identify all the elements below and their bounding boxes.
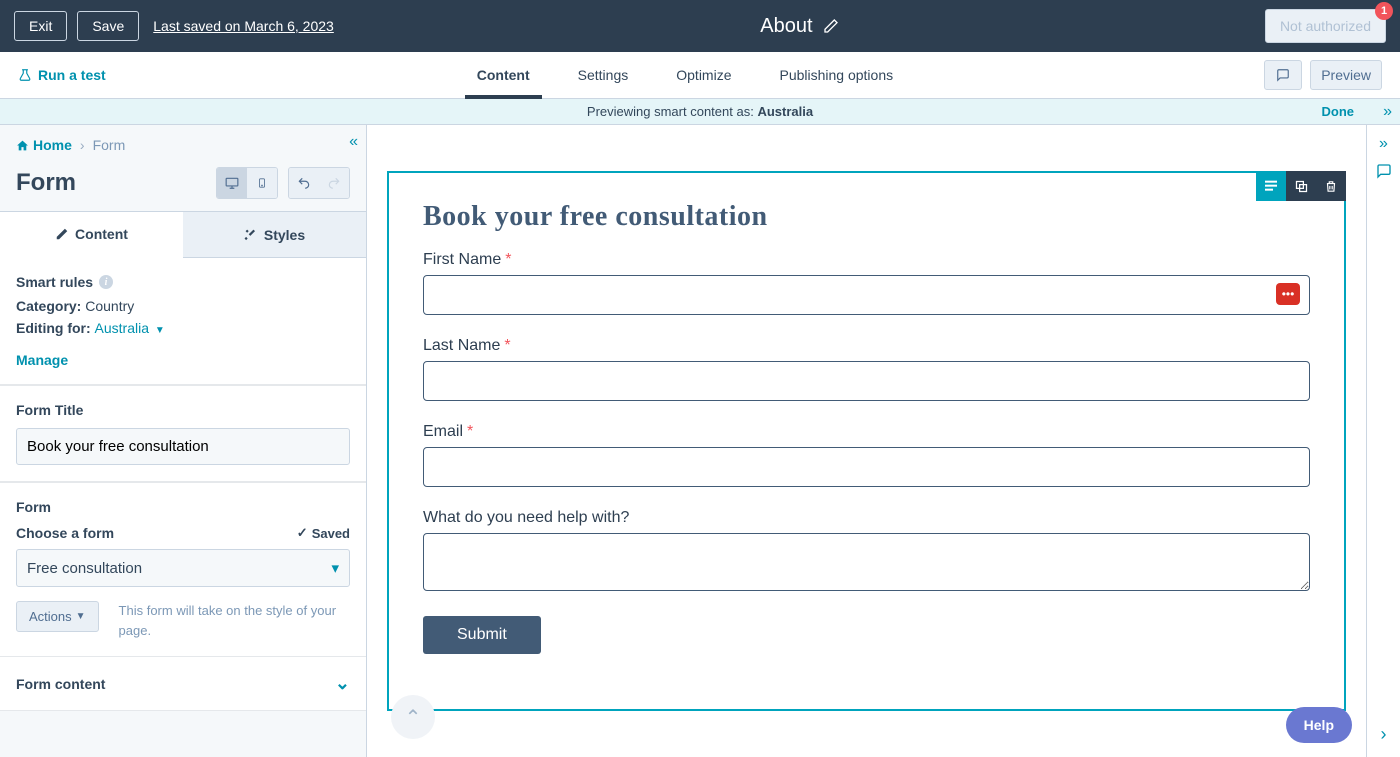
- tab-publishing[interactable]: Publishing options: [779, 52, 893, 98]
- tab-optimize[interactable]: Optimize: [676, 52, 731, 98]
- tab-settings[interactable]: Settings: [578, 52, 629, 98]
- form-title-label: Form Title: [16, 402, 350, 418]
- help-button[interactable]: Help: [1286, 707, 1352, 743]
- undo-redo: [288, 167, 350, 199]
- collapse-right-icon[interactable]: »: [1383, 103, 1392, 121]
- saved-indicator: ✓ Saved: [297, 525, 350, 541]
- tab-content[interactable]: Content: [477, 52, 530, 98]
- top-bar: Exit Save Last saved on March 6, 2023 Ab…: [0, 0, 1400, 52]
- smart-banner-prefix: Previewing smart content as:: [587, 104, 758, 119]
- clone-icon[interactable]: [1286, 171, 1316, 201]
- panel-tab-content[interactable]: Content: [0, 212, 183, 258]
- redo-icon: [319, 168, 349, 198]
- preview-button[interactable]: Preview: [1310, 60, 1382, 90]
- breadcrumb-current: Form: [93, 137, 126, 153]
- form-select[interactable]: Free consultation ▾: [16, 549, 350, 587]
- run-test-label: Run a test: [38, 67, 106, 83]
- submit-button[interactable]: Submit: [423, 616, 541, 654]
- last-name-input[interactable]: [423, 361, 1310, 401]
- choose-form-label: Choose a form: [16, 525, 114, 541]
- breadcrumb: Home › Form: [0, 125, 366, 165]
- chat-icon[interactable]: [1375, 163, 1393, 179]
- breadcrumb-home-label: Home: [33, 137, 72, 153]
- chevron-up-icon: ⌃: [405, 705, 422, 730]
- info-icon[interactable]: i: [99, 275, 113, 289]
- chevron-down-icon: ▼: [76, 611, 86, 622]
- sub-nav: Run a test Content Settings Optimize Pub…: [0, 52, 1400, 99]
- pencil-icon[interactable]: [823, 18, 839, 34]
- editing-for-row: Editing for: Australia ▼: [16, 320, 350, 336]
- email-input[interactable]: [423, 447, 1310, 487]
- first-name-label: First Name*: [423, 251, 1310, 269]
- smart-banner-value: Australia: [757, 104, 813, 119]
- device-toggle: [216, 167, 278, 199]
- form-heading: Book your free consultation: [423, 201, 1310, 233]
- form-style-note: This form will take on the style of your…: [99, 601, 350, 640]
- editing-for-dropdown[interactable]: Australia ▼: [95, 320, 165, 336]
- beaker-icon: [18, 68, 32, 82]
- smart-rules-label: Smart rules i: [16, 274, 350, 290]
- panel-title: Form: [16, 169, 76, 197]
- category-row: Category: Country: [16, 298, 350, 314]
- chevron-down-icon: ▾: [331, 559, 339, 577]
- run-test-link[interactable]: Run a test: [18, 67, 106, 83]
- first-name-input[interactable]: [423, 275, 1310, 315]
- manage-link[interactable]: Manage: [16, 352, 68, 368]
- panel-tab-content-label: Content: [75, 226, 128, 242]
- save-button[interactable]: Save: [77, 11, 139, 41]
- not-authorized-button: Not authorized 1: [1265, 9, 1386, 43]
- form-module[interactable]: Book your free consultation First Name* …: [387, 171, 1346, 711]
- not-authorized-label: Not authorized: [1280, 18, 1371, 34]
- last-saved-link[interactable]: Last saved on March 6, 2023: [153, 18, 334, 34]
- actions-button[interactable]: Actions ▼: [16, 601, 99, 632]
- form-title-input[interactable]: [16, 428, 350, 465]
- collapse-right-icon[interactable]: »: [1379, 135, 1388, 153]
- chevron-down-icon: ⌄: [335, 673, 350, 694]
- collapse-left-icon[interactable]: «: [349, 133, 358, 151]
- form-section-label: Form: [16, 499, 350, 515]
- check-icon: ✓: [297, 525, 308, 541]
- panel-tab-styles-label: Styles: [264, 227, 305, 243]
- left-panel: « Home › Form Form: [0, 125, 367, 757]
- home-icon: [16, 139, 29, 152]
- autofill-icon[interactable]: •••: [1276, 283, 1300, 305]
- done-link[interactable]: Done: [1322, 104, 1355, 119]
- comments-button[interactable]: [1264, 60, 1302, 90]
- panel-tab-styles[interactable]: Styles: [183, 212, 366, 257]
- right-rail: » ›: [1366, 125, 1400, 757]
- scroll-top-button[interactable]: ⌃: [391, 695, 435, 739]
- page-title: About: [760, 15, 812, 38]
- trash-icon[interactable]: [1316, 171, 1346, 201]
- form-content-accordion[interactable]: Form content ⌄: [0, 657, 366, 711]
- canvas: Book your free consultation First Name* …: [367, 125, 1366, 757]
- smart-content-icon[interactable]: [1256, 171, 1286, 201]
- breadcrumb-home[interactable]: Home: [16, 137, 72, 153]
- notification-badge: 1: [1375, 2, 1393, 20]
- tools-icon: [244, 228, 258, 242]
- desktop-icon[interactable]: [217, 168, 247, 198]
- help-label: What do you need help with?: [423, 509, 1310, 527]
- chevron-down-icon: ▼: [155, 325, 165, 336]
- chevron-right-icon: ›: [80, 137, 85, 153]
- form-select-value: Free consultation: [27, 560, 142, 577]
- exit-button[interactable]: Exit: [14, 11, 67, 41]
- smart-content-banner: Previewing smart content as: Australia D…: [0, 99, 1400, 125]
- help-textarea[interactable]: [423, 533, 1310, 591]
- chevron-right-icon[interactable]: ›: [1381, 724, 1387, 745]
- pencil-icon: [55, 227, 69, 241]
- last-name-label: Last Name*: [423, 337, 1310, 355]
- mobile-icon[interactable]: [247, 168, 277, 198]
- email-label: Email*: [423, 423, 1310, 441]
- undo-icon[interactable]: [289, 168, 319, 198]
